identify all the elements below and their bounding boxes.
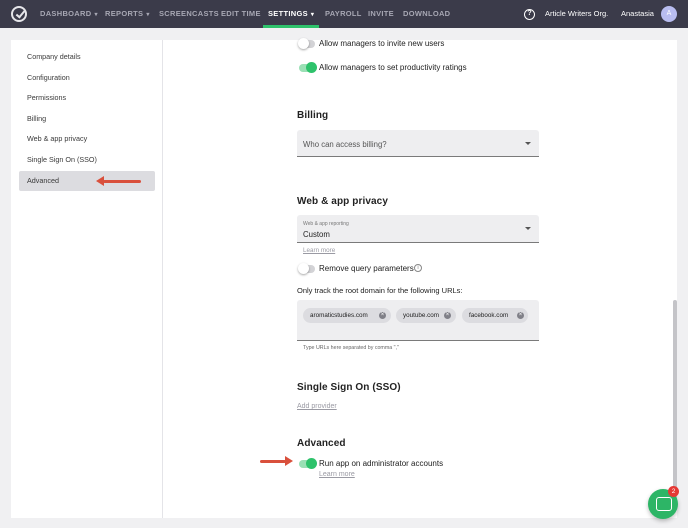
url-chips-input[interactable]: aromaticstudies.com × youtube.com × face… (297, 300, 539, 341)
web-app-reporting-select[interactable]: Web & app reporting Custom (297, 215, 539, 243)
url-chip-label: youtube.com (403, 312, 440, 319)
settings-sidebar: Company details Configuration Permission… (11, 40, 163, 518)
invite-users-toggle[interactable] (298, 38, 315, 49)
remove-query-params-label: Remove query parameters (319, 264, 414, 273)
productivity-ratings-toggle[interactable] (299, 62, 317, 73)
chevron-down-icon: ▾ (146, 12, 150, 18)
top-nav: DASHBOARD ▾ REPORTS ▾ SCREENCASTS EDIT TIM… (0, 0, 688, 28)
web-app-reporting-label: Web & app reporting (303, 221, 349, 227)
web-app-learn-more-link[interactable]: Learn more (303, 247, 335, 254)
toggle-knob (306, 62, 317, 73)
annotation-arrow-right-icon (260, 456, 293, 466)
toggle-knob (298, 38, 309, 49)
sidebar-item-billing[interactable]: Billing (19, 109, 155, 129)
sidebar-item-permissions[interactable]: Permissions (19, 88, 155, 108)
active-tab-indicator (263, 25, 319, 28)
remove-chip-icon[interactable]: × (517, 312, 524, 319)
sidebar-item-company-details[interactable]: Company details (19, 47, 155, 67)
nav-screencasts[interactable]: SCREENCASTS (159, 0, 219, 28)
urls-helper-text: Type URLs here separated by comma "," (303, 345, 399, 351)
nav-settings[interactable]: SETTINGS ▾ (268, 0, 314, 28)
admin-accounts-toggle[interactable] (299, 458, 317, 469)
toggle-knob (306, 458, 317, 469)
info-icon[interactable]: i (414, 264, 422, 272)
chat-unread-badge: 2 (668, 486, 679, 497)
url-chip: aromaticstudies.com × (303, 308, 391, 323)
billing-heading: Billing (297, 110, 329, 121)
nav-edit-time[interactable]: EDIT TIME (221, 0, 261, 28)
dropdown-caret-icon (525, 142, 531, 145)
sidebar-item-configuration[interactable]: Configuration (19, 68, 155, 88)
chevron-down-icon: ▾ (94, 12, 98, 18)
url-chip-label: facebook.com (469, 312, 509, 319)
productivity-ratings-label: Allow managers to set productivity ratin… (319, 63, 467, 72)
url-chip-label: aromaticstudies.com (310, 312, 368, 319)
invite-users-label: Allow managers to invite new users (319, 39, 445, 48)
user-name[interactable]: Anastasia (621, 0, 654, 28)
nav-invite[interactable]: INVITE (368, 0, 394, 28)
web-app-privacy-heading: Web & app privacy (297, 196, 388, 207)
help-icon[interactable]: ? (524, 9, 535, 20)
nav-reports[interactable]: REPORTS ▾ (105, 0, 150, 28)
advanced-learn-more-link[interactable]: Learn more (319, 471, 355, 478)
admin-accounts-label: Run app on administrator accounts (319, 459, 444, 468)
nav-download[interactable]: DOWNLOAD (403, 0, 450, 28)
nav-payroll[interactable]: PAYROLL (325, 0, 362, 28)
sidebar-item-sso[interactable]: Single Sign On (SSO) (19, 150, 155, 170)
remove-query-params-toggle[interactable] (298, 263, 315, 274)
sso-heading: Single Sign On (SSO) (297, 382, 401, 393)
chat-launcher-button[interactable]: 2 (648, 486, 679, 519)
dropdown-caret-icon (525, 227, 531, 230)
annotation-arrow-left-icon (96, 176, 141, 186)
sidebar-item-web-app-privacy[interactable]: Web & app privacy (19, 129, 155, 149)
web-app-reporting-value: Custom (303, 230, 330, 239)
toggle-knob (298, 263, 309, 274)
avatar[interactable]: A (661, 6, 677, 22)
add-provider-link[interactable]: Add provider (297, 403, 337, 410)
root-domain-urls-label: Only track the root domain for the follo… (297, 286, 463, 295)
organization-name[interactable]: Article Writers Org. (545, 0, 608, 28)
scrollbar[interactable] (673, 300, 677, 505)
remove-chip-icon[interactable]: × (444, 312, 451, 319)
remove-chip-icon[interactable]: × (379, 312, 386, 319)
nav-dashboard[interactable]: DASHBOARD ▾ (40, 0, 98, 28)
billing-access-select[interactable]: Who can access billing? (297, 130, 539, 157)
url-chip: youtube.com × (396, 308, 456, 323)
advanced-heading: Advanced (297, 438, 346, 449)
url-chip: facebook.com × (462, 308, 528, 323)
billing-select-placeholder: Who can access billing? (303, 140, 387, 149)
timer-logo-icon[interactable] (11, 6, 27, 22)
